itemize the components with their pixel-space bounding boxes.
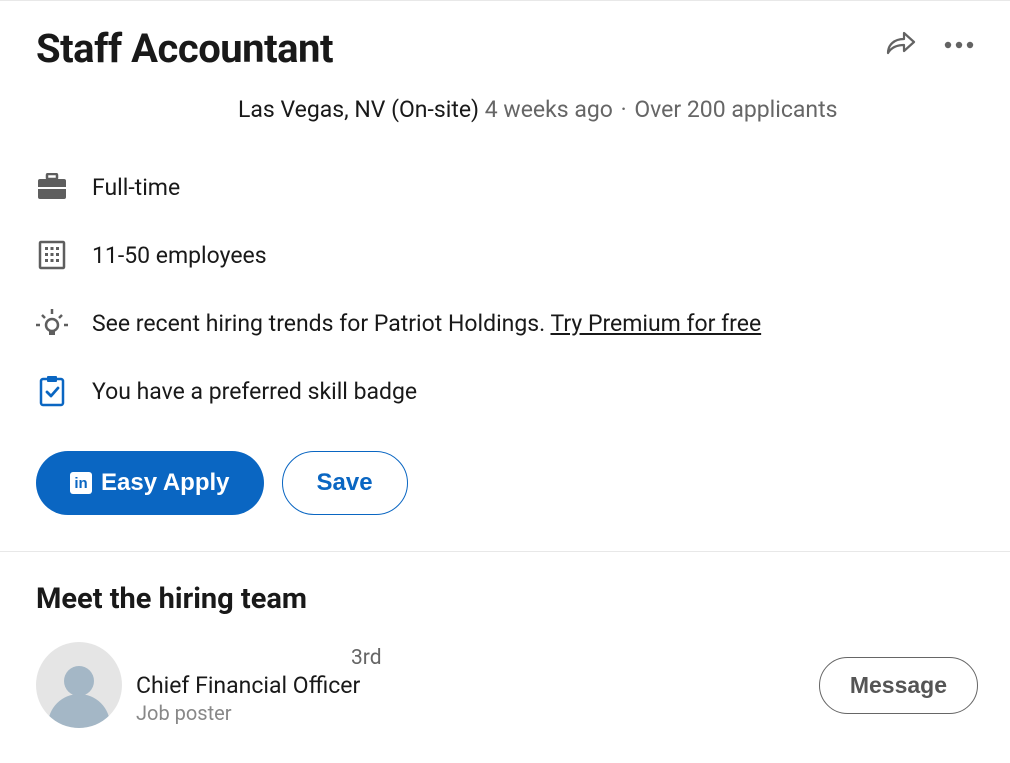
avatar[interactable] xyxy=(36,642,122,728)
more-options-button[interactable] xyxy=(944,41,974,49)
share-button[interactable] xyxy=(884,31,916,59)
connection-degree: 3rd xyxy=(351,646,382,670)
job-applicants: Over 200 applicants xyxy=(634,96,837,123)
skill-badge-text: You have a preferred skill badge xyxy=(92,378,417,405)
job-title: Staff Accountant xyxy=(36,25,333,72)
apply-label: Easy Apply xyxy=(101,469,230,497)
save-button[interactable]: Save xyxy=(282,451,408,515)
clipboard-check-icon xyxy=(36,375,68,407)
premium-link[interactable]: Try Premium for free xyxy=(550,310,761,337)
easy-apply-button[interactable]: in Easy Apply xyxy=(36,451,264,515)
company-size-row: 11-50 employees xyxy=(36,239,978,271)
lightbulb-icon xyxy=(36,307,68,339)
ellipsis-icon xyxy=(944,41,974,49)
briefcase-icon xyxy=(36,171,68,203)
insights-text: See recent hiring trends for Patriot Hol… xyxy=(92,310,545,337)
job-location: Las Vegas, NV (On-site) xyxy=(238,96,479,123)
job-poster-label: Job poster xyxy=(136,701,382,725)
job-meta: Las Vegas, NV (On-site) 4 weeks ago · Ov… xyxy=(36,96,978,123)
skill-badge-row: You have a preferred skill badge xyxy=(36,375,978,407)
insights-row: See recent hiring trends for Patriot Hol… xyxy=(36,307,978,339)
hiring-team-title: Meet the hiring team xyxy=(36,582,978,616)
employment-type-row: Full-time xyxy=(36,171,978,203)
message-button[interactable]: Message xyxy=(819,657,978,714)
employment-type: Full-time xyxy=(92,174,180,201)
linkedin-icon: in xyxy=(70,472,92,494)
hiring-role: Chief Financial Officer xyxy=(136,672,382,699)
building-icon xyxy=(36,239,68,271)
job-posted: 4 weeks ago xyxy=(485,96,613,123)
share-icon xyxy=(884,31,916,59)
company-size: 11-50 employees xyxy=(92,242,267,269)
